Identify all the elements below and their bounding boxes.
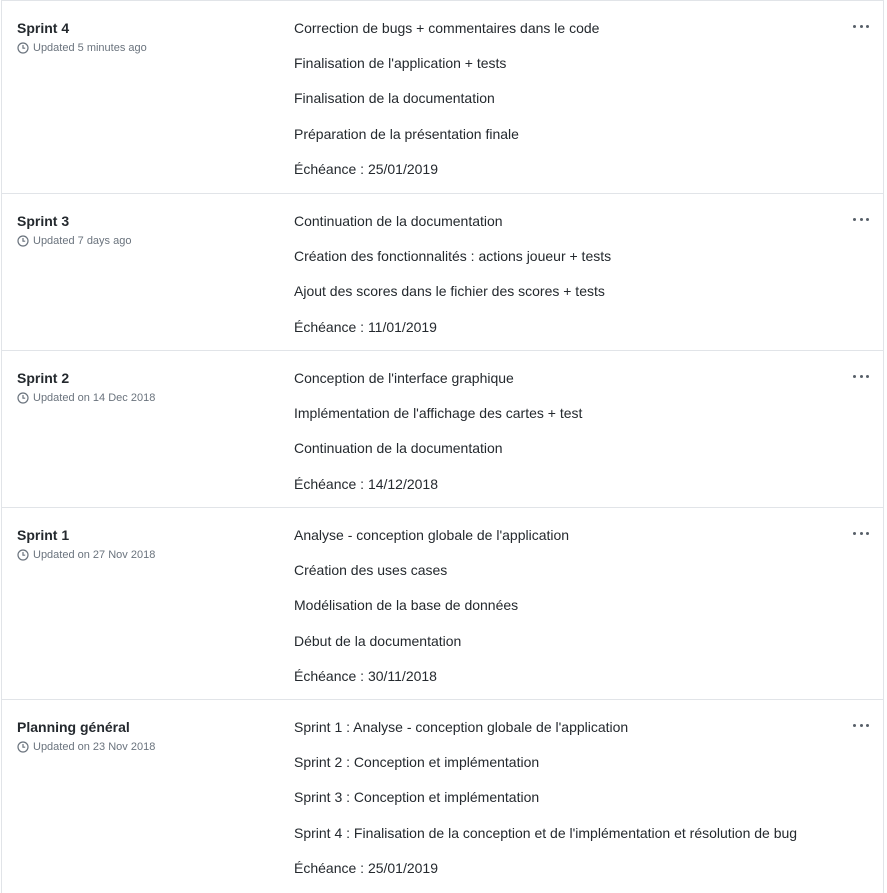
description-line: Analyse - conception globale de l'applic… [294,527,570,543]
project-updated-text: Updated on 23 Nov 2018 [33,741,156,753]
description-line: Échéance : 30/11/2018 [294,667,437,684]
project-meta: Sprint 4 Updated 5 minutes ago [17,18,267,58]
project-meta: Sprint 2 Updated on 14 Dec 2018 [17,368,267,408]
project-updated-text: Updated on 14 Dec 2018 [33,392,156,404]
project-menu-button[interactable] [853,214,869,224]
project-updated: Updated on 14 Dec 2018 [17,388,267,408]
kebab-horizontal-icon [853,374,856,378]
project-row-sprint-2[interactable]: Sprint 2 Updated on 14 Dec 2018 Concepti… [2,351,883,508]
project-updated: Updated on 27 Nov 2018 [17,545,267,565]
project-menu-button[interactable] [853,371,869,381]
clock-icon [17,741,29,753]
project-description: Sprint 1 : Analyse - conception globale … [294,717,843,878]
project-row-sprint-4[interactable]: Sprint 4 Updated 5 minutes ago Correctio… [2,1,883,194]
project-updated: Updated on 23 Nov 2018 [17,737,267,757]
description-line: Échéance : 11/01/2019 [294,318,437,335]
kebab-horizontal-icon [853,723,856,727]
project-title[interactable]: Planning général [17,717,267,737]
project-menu-button[interactable] [853,21,869,31]
project-meta: Planning général Updated on 23 Nov 2018 [17,717,267,757]
kebab-dot [859,217,863,221]
project-row-planning-general[interactable]: Planning général Updated on 23 Nov 2018 … [2,700,883,893]
clock-icon [17,392,29,404]
description-line: Modélisation de la base de données [294,597,519,614]
project-updated-text: Updated on 27 Nov 2018 [33,549,156,561]
project-title[interactable]: Sprint 4 [17,18,267,38]
kebab-dot [859,723,863,727]
project-row-sprint-1[interactable]: Sprint 1 Updated on 27 Nov 2018 Analyse … [2,508,883,700]
description-line: Échéance : 25/01/2019 [294,160,439,177]
description-line: Sprint 2 : Conception et implémentation [294,754,540,771]
description-line: Échéance : 25/01/2019 [294,859,439,876]
project-description: Continuation de la documentation Créatio… [294,211,843,337]
clock-icon [17,42,29,54]
project-description: Analyse - conception globale de l'applic… [294,525,843,686]
description-line: Conception de l'interface graphique [294,370,514,386]
project-description: Correction de bugs + commentaires dans l… [294,18,843,179]
description-line: Continuation de la documentation [294,440,503,457]
description-line: Ajout des scores dans le fichier des sco… [294,283,605,300]
description-line: Continuation de la documentation [294,213,503,229]
kebab-dot [859,531,863,535]
description-line: Sprint 4 : Finalisation de la conception… [294,824,798,841]
description-line: Création des uses cases [294,562,448,579]
description-line: Sprint 1 : Analyse - conception globale … [294,719,629,735]
project-menu-button[interactable] [853,720,869,730]
project-list: Sprint 4 Updated 5 minutes ago Correctio… [1,0,884,893]
description-line: Début de la documentation [294,632,462,649]
project-meta: Sprint 1 Updated on 27 Nov 2018 [17,525,267,565]
project-updated-text: Updated 5 minutes ago [33,42,147,54]
project-title[interactable]: Sprint 1 [17,525,267,545]
description-line: Finalisation de la documentation [294,90,495,107]
description-line: Sprint 3 : Conception et implémentation [294,789,540,806]
kebab-dot [866,24,869,28]
description-line: Correction de bugs + commentaires dans l… [294,20,600,36]
project-updated-text: Updated 7 days ago [33,235,132,247]
kebab-horizontal-icon [853,531,856,535]
project-title[interactable]: Sprint 3 [17,211,267,231]
description-line: Implémentation de l'affichage des cartes… [294,405,583,422]
kebab-horizontal-icon [853,24,856,28]
project-title[interactable]: Sprint 2 [17,368,267,388]
description-line: Création des fonctionnalités : actions j… [294,248,612,265]
description-line: Échéance : 14/12/2018 [294,475,439,492]
project-meta: Sprint 3 Updated 7 days ago [17,211,267,251]
clock-icon [17,549,29,561]
project-description: Conception de l'interface graphique Impl… [294,368,843,494]
description-line: Finalisation de l'application + tests [294,55,507,72]
project-row-sprint-3[interactable]: Sprint 3 Updated 7 days ago Continuation… [2,194,883,351]
clock-icon [17,235,29,247]
project-updated: Updated 7 days ago [17,231,267,251]
kebab-dot [866,374,869,378]
project-menu-button[interactable] [853,528,869,538]
kebab-dot [866,723,869,727]
kebab-horizontal-icon [853,217,856,221]
project-updated: Updated 5 minutes ago [17,38,267,58]
kebab-dot [859,24,863,28]
kebab-dot [859,374,863,378]
kebab-dot [866,217,869,221]
description-line: Préparation de la présentation finale [294,125,519,142]
kebab-dot [866,531,869,535]
